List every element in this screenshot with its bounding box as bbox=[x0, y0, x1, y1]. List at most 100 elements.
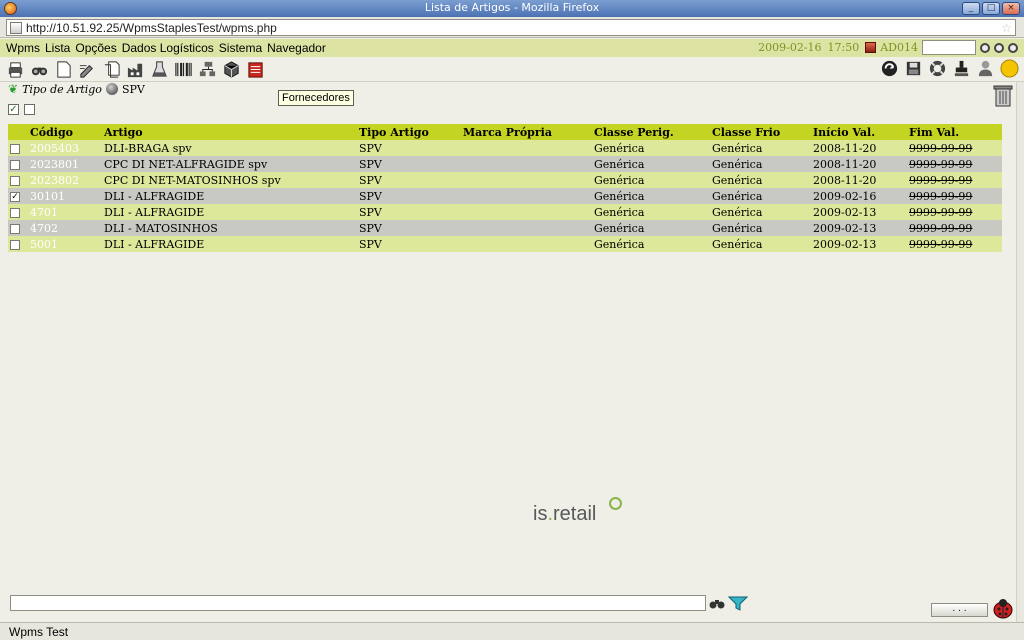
row-checkbox[interactable]: ✓ bbox=[8, 188, 28, 204]
url-field[interactable]: http://10.51.92.25/WpmsStaplesTest/wpms.… bbox=[6, 19, 1016, 36]
more-button[interactable]: . . . bbox=[931, 603, 988, 617]
header-classe-perig[interactable]: Classe Perig. bbox=[592, 124, 710, 140]
row-checkbox-box[interactable] bbox=[10, 143, 20, 154]
app-toolbar bbox=[0, 57, 1024, 82]
cell-artigo: DLI - MATOSINHOS bbox=[102, 220, 357, 236]
cell-tipo: SPV bbox=[357, 188, 461, 204]
select-none-checkbox[interactable] bbox=[24, 104, 35, 115]
menu-wpms[interactable]: Wpms bbox=[6, 41, 40, 55]
ladybug-icon[interactable] bbox=[991, 598, 1015, 620]
header-classe-frio[interactable]: Classe Frio bbox=[710, 124, 811, 140]
chemical-icon[interactable] bbox=[149, 59, 170, 80]
cell-fim: 9999-99-99 bbox=[907, 156, 1002, 172]
supplier-icon[interactable] bbox=[245, 59, 266, 80]
user-icon[interactable] bbox=[975, 58, 996, 79]
new-document-icon[interactable] bbox=[53, 59, 74, 80]
vertical-scrollbar[interactable] bbox=[1016, 82, 1024, 622]
row-checkbox[interactable] bbox=[8, 204, 28, 220]
structure-icon[interactable] bbox=[197, 59, 218, 80]
cube-icon[interactable] bbox=[221, 59, 242, 80]
row-checkbox[interactable] bbox=[8, 156, 28, 172]
header-select bbox=[8, 124, 28, 140]
cell-perig: Genérica bbox=[592, 220, 710, 236]
active-filter: ❦ Tipo de Artigo SPV bbox=[8, 82, 145, 96]
logo-prefix: is bbox=[533, 503, 548, 525]
table-row[interactable]: 2023801 CPC DI NET-ALFRAGIDE spv SPV Gen… bbox=[8, 156, 1002, 172]
cell-artigo: DLI-BRAGA spv bbox=[102, 140, 357, 156]
cell-codigo[interactable]: 2005403 bbox=[28, 140, 102, 156]
url-text: http://10.51.92.25/WpmsStaplesTest/wpms.… bbox=[26, 20, 277, 35]
cell-inicio: 2008-11-20 bbox=[811, 140, 907, 156]
row-checkbox[interactable] bbox=[8, 220, 28, 236]
row-checkbox-box[interactable] bbox=[10, 207, 20, 218]
sun-icon[interactable] bbox=[999, 58, 1020, 79]
header-fim-val[interactable]: Fim Val. bbox=[907, 124, 1002, 140]
url-bar: http://10.51.92.25/WpmsStaplesTest/wpms.… bbox=[0, 17, 1024, 38]
close-button[interactable]: × bbox=[1002, 2, 1020, 15]
cell-codigo[interactable]: 4702 bbox=[28, 220, 102, 236]
cell-codigo[interactable]: 4701 bbox=[28, 204, 102, 220]
articles-table: Código Artigo Tipo Artigo Marca Própria … bbox=[8, 124, 1002, 252]
select-all-checkbox[interactable]: ✓ bbox=[8, 104, 19, 115]
menu-dados-logisticos[interactable]: Dados Logísticos bbox=[122, 41, 214, 55]
status-dot-icon[interactable] bbox=[1008, 42, 1018, 53]
cell-inicio: 2009-02-13 bbox=[811, 220, 907, 236]
row-checkbox-box[interactable] bbox=[10, 223, 20, 234]
status-dot-icon[interactable] bbox=[994, 42, 1004, 53]
binoculars-icon[interactable] bbox=[29, 59, 50, 80]
refresh-icon[interactable] bbox=[879, 58, 900, 79]
header-codigo[interactable]: Código bbox=[28, 124, 102, 140]
menu-sistema[interactable]: Sistema bbox=[219, 41, 262, 55]
header-tipo-artigo[interactable]: Tipo Artigo bbox=[357, 124, 461, 140]
barcode-icon[interactable] bbox=[173, 59, 194, 80]
help-lifebuoy-icon[interactable] bbox=[927, 58, 948, 79]
quick-input[interactable] bbox=[922, 40, 976, 55]
row-checkbox[interactable] bbox=[8, 236, 28, 252]
table-row[interactable]: 5001 DLI - ALFRAGIDE SPV Genérica Genéri… bbox=[8, 236, 1002, 252]
cell-tipo: SPV bbox=[357, 140, 461, 156]
cell-codigo[interactable]: 30101 bbox=[28, 188, 102, 204]
cell-codigo[interactable]: 2023802 bbox=[28, 172, 102, 188]
menu-opcoes[interactable]: Opções bbox=[75, 41, 116, 55]
binoculars-icon[interactable] bbox=[709, 595, 725, 611]
copy-document-icon[interactable] bbox=[101, 59, 122, 80]
status-dot-icon[interactable] bbox=[980, 42, 990, 53]
cell-fim: 9999-99-99 bbox=[907, 140, 1002, 156]
cell-codigo[interactable]: 5001 bbox=[28, 236, 102, 252]
table-row[interactable]: 2005403 DLI-BRAGA spv SPV Genérica Genér… bbox=[8, 140, 1002, 156]
filter-funnel-icon[interactable] bbox=[728, 595, 748, 611]
row-checkbox-box[interactable] bbox=[10, 159, 20, 170]
trash-icon[interactable] bbox=[992, 83, 1014, 108]
user-icon bbox=[865, 42, 877, 53]
menu-lista[interactable]: Lista bbox=[45, 41, 70, 55]
printer-icon[interactable] bbox=[5, 59, 26, 80]
cell-tipo: SPV bbox=[357, 172, 461, 188]
table-row[interactable]: 2023802 CPC DI NET-MATOSINHOS spv SPV Ge… bbox=[8, 172, 1002, 188]
search-input[interactable] bbox=[10, 595, 706, 611]
maximize-button[interactable]: □ bbox=[982, 2, 1000, 15]
edit-icon[interactable] bbox=[77, 59, 98, 80]
minimize-button[interactable]: _ bbox=[962, 2, 980, 15]
globe-icon bbox=[105, 83, 118, 95]
cell-tipo: SPV bbox=[357, 156, 461, 172]
header-artigo[interactable]: Artigo bbox=[102, 124, 357, 140]
header-inicio-val[interactable]: Início Val. bbox=[811, 124, 907, 140]
table-row[interactable]: ✓ 30101 DLI - ALFRAGIDE SPV Genérica Gen… bbox=[8, 188, 1002, 204]
menu-navegador[interactable]: Navegador bbox=[267, 41, 326, 55]
table-row[interactable]: 4701 DLI - ALFRAGIDE SPV Genérica Genéri… bbox=[8, 204, 1002, 220]
header-marca-propria[interactable]: Marca Própria bbox=[461, 124, 592, 140]
row-checkbox[interactable] bbox=[8, 140, 28, 156]
stamp-icon[interactable] bbox=[951, 58, 972, 79]
table-row[interactable]: 4702 DLI - MATOSINHOS SPV Genérica Genér… bbox=[8, 220, 1002, 236]
current-date: 2009-02-16 bbox=[758, 41, 822, 54]
status-text: Wpms Test bbox=[9, 625, 69, 639]
row-checkbox-box[interactable]: ✓ bbox=[10, 191, 20, 202]
cell-inicio: 2009-02-16 bbox=[811, 188, 907, 204]
row-checkbox-box[interactable] bbox=[10, 175, 20, 186]
save-icon[interactable] bbox=[903, 58, 924, 79]
row-checkbox-box[interactable] bbox=[10, 239, 20, 250]
cell-codigo[interactable]: 2023801 bbox=[28, 156, 102, 172]
factory-icon[interactable] bbox=[125, 59, 146, 80]
bookmark-star-icon[interactable]: ☆ bbox=[1001, 21, 1012, 35]
row-checkbox[interactable] bbox=[8, 172, 28, 188]
